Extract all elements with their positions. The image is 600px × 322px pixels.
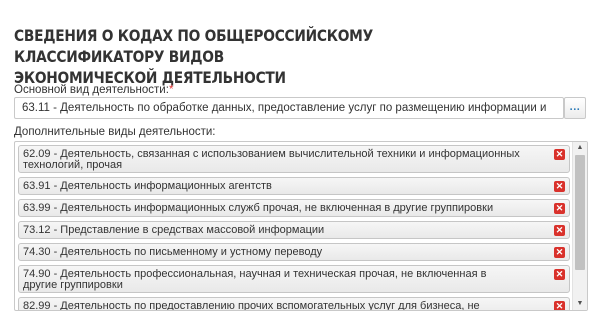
- activity-item: 63.99 - Деятельность информационных служ…: [18, 199, 570, 217]
- close-icon[interactable]: ✕: [554, 203, 565, 214]
- activity-item: 74.90 - Деятельность профессиональная, н…: [18, 265, 570, 293]
- activity-item-line-1: 63.99 - Деятельность информационных служ…: [23, 202, 494, 214]
- main-activity-label: Основной вид деятельности:*: [14, 84, 173, 96]
- additional-activities-list[interactable]: 62.09 - Деятельность, связанная с исполь…: [14, 141, 588, 311]
- activity-item: 63.91 - Деятельность информационных аген…: [18, 177, 570, 195]
- activity-item: 62.09 - Деятельность, связанная с исполь…: [18, 145, 570, 173]
- activity-item: 74.30 - Деятельность по письменному и ус…: [18, 243, 570, 261]
- browse-button[interactable]: ...: [564, 97, 586, 119]
- scroll-down-arrow-icon[interactable]: ▼: [573, 298, 587, 310]
- close-icon[interactable]: ✕: [554, 269, 565, 280]
- scroll-thumb[interactable]: [575, 155, 585, 270]
- activity-item-line-1: 74.30 - Деятельность по письменному и ус…: [23, 246, 323, 258]
- activity-item: 73.12 - Представление в средствах массов…: [18, 221, 570, 239]
- close-icon[interactable]: ✕: [554, 181, 565, 192]
- close-icon[interactable]: ✕: [554, 301, 565, 310]
- scroll-up-arrow-icon[interactable]: ▲: [573, 142, 587, 154]
- required-mark: *: [168, 84, 174, 96]
- close-icon[interactable]: ✕: [554, 247, 565, 258]
- activity-item-line-2: технологий, прочая: [23, 159, 123, 171]
- close-icon[interactable]: ✕: [554, 225, 565, 236]
- additional-activities-label: Дополнительные виды деятельности:: [14, 126, 216, 138]
- activity-item: 82.99 - Деятельность по предоставлению п…: [18, 297, 570, 311]
- section-title-line-1: СВЕДЕНИЯ О КОДАХ ПО ОБЩЕРОССИЙСКОМУ КЛАС…: [14, 26, 373, 66]
- close-icon[interactable]: ✕: [554, 149, 565, 160]
- activity-item-line-1: 63.91 - Деятельность информационных аген…: [23, 180, 272, 192]
- main-activity-field[interactable]: 63.11 - Деятельность по обработке данных…: [14, 97, 564, 119]
- list-scrollbar[interactable]: ▲ ▼: [572, 142, 587, 310]
- activity-item-line-2: другие группировки: [23, 279, 123, 291]
- section-title: СВЕДЕНИЯ О КОДАХ ПО ОБЩЕРОССИЙСКОМУ КЛАС…: [14, 25, 496, 88]
- activity-item-line-1: 73.12 - Представление в средствах массов…: [23, 224, 325, 236]
- main-activity-label-text: Основной вид деятельности:: [14, 84, 169, 96]
- activity-item-line-1: 82.99 - Деятельность по предоставлению п…: [23, 300, 480, 311]
